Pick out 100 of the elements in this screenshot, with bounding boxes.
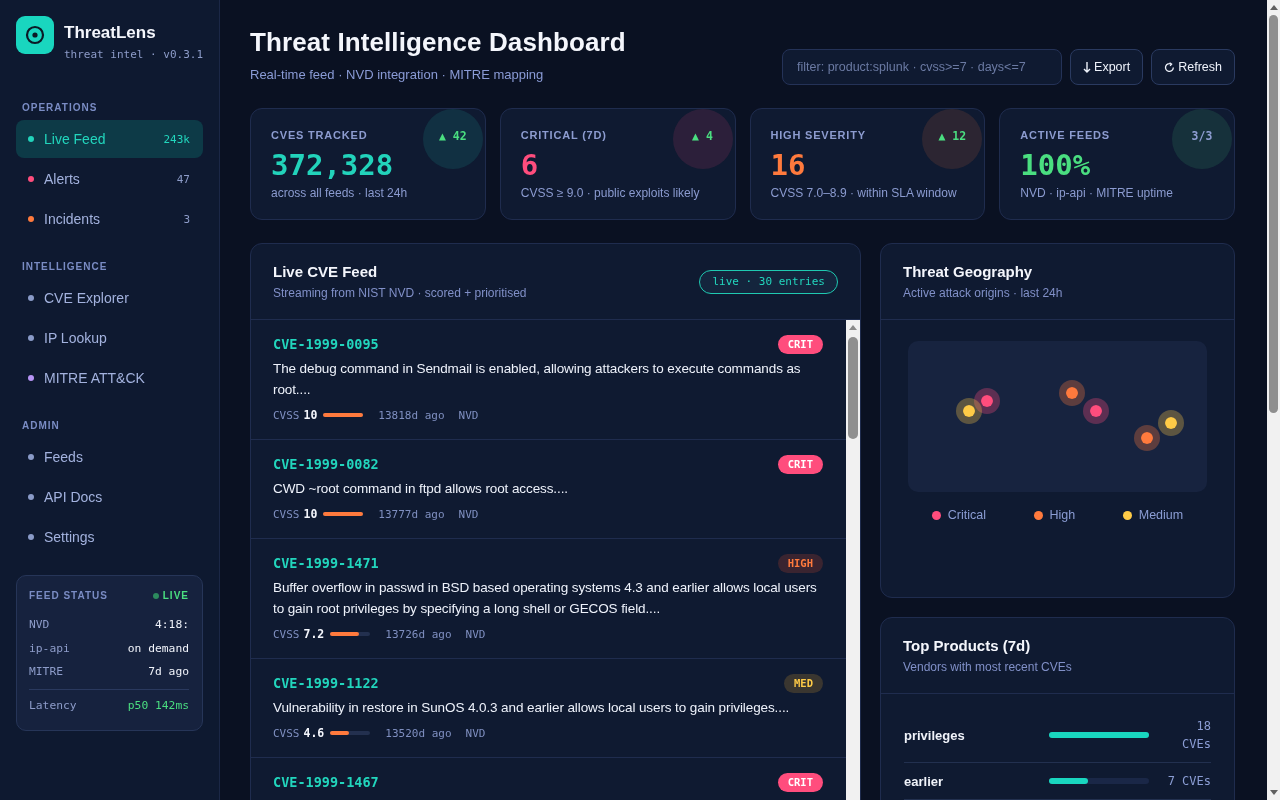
map-marker-icon[interactable]	[1059, 380, 1085, 406]
cvss-score: 10	[303, 507, 318, 521]
nav-item[interactable]: MITRE ATT&CK	[16, 359, 203, 397]
cvss-bar	[323, 413, 364, 417]
stat-value: 6	[520, 148, 539, 182]
cve-description: Buffer overflow in passwd in BSD based operating systems 4.3 and earlier allows local users to gain root privileges by specifying a long shell or GECOS field....	[273, 579, 818, 618]
map-marker-icon[interactable]	[956, 398, 982, 424]
cvss-label: CVSS	[273, 507, 300, 521]
map-marker-icon[interactable]	[1134, 425, 1160, 451]
feed-scrollbar[interactable]	[846, 320, 860, 800]
cve-description: The debug command in Sendmail is enabled, allowing attackers to execute commands as root....	[273, 360, 802, 399]
cve-id[interactable]: CVE-1999-1467	[273, 774, 379, 790]
cvss-score: 4.6	[303, 726, 325, 740]
status-key: NVD	[29, 618, 50, 632]
stat-note: NVD · ip-api · MITRE uptime	[1020, 185, 1173, 201]
nav-item[interactable]: Alerts 47	[16, 160, 203, 198]
cve-description: Vulnerability in restore in SunOS 4.0.3 and earlier allows local users to gain privileges....	[273, 699, 791, 717]
cvss-score: 7.2	[303, 627, 325, 641]
card-subtitle: Vendors with most recent CVEs	[903, 659, 1072, 675]
export-button[interactable]: Export	[1070, 49, 1144, 85]
stat-label: CRITICAL (7D)	[520, 128, 607, 142]
scroll-up-icon[interactable]	[1269, 5, 1278, 10]
product-count: 7 CVEs	[1166, 773, 1211, 790]
filter-field[interactable]: filter: product:splunk · cvss>=7 · days<=7	[782, 49, 1063, 85]
legend-label: Medium	[1138, 507, 1184, 523]
cve-id[interactable]: CVE-1999-0095	[273, 336, 379, 352]
live-dot-icon	[152, 593, 159, 599]
nav-item[interactable]: Settings	[16, 518, 203, 556]
card-title: Top Products (7d)	[903, 636, 1032, 656]
scrollbar-thumb[interactable]	[848, 337, 858, 439]
nav-count: 3	[183, 212, 190, 226]
latency-value: p50 142ms	[127, 699, 189, 712]
cve-source: NVD	[465, 726, 486, 740]
legend-label: Critical	[947, 507, 986, 523]
status-key: Latency	[29, 699, 77, 712]
cve-source: NVD	[458, 507, 479, 521]
severity-badge: CRIT	[777, 772, 823, 792]
card-title: Live CVE Feed	[273, 262, 379, 282]
cve-source: NVD	[458, 408, 479, 422]
product-count: 18 CVEs	[1181, 718, 1211, 753]
trend-badge: ▲ 12	[922, 109, 983, 169]
stat-value: 16	[770, 148, 806, 182]
cve-age: 13520d ago	[385, 726, 452, 740]
stat-label: CVES TRACKED	[271, 128, 368, 142]
cve-id[interactable]: CVE-1999-1122	[273, 675, 379, 691]
card-subtitle: Active attack origins · last 24h	[903, 285, 1063, 301]
nav-item[interactable]: Live Feed 243k	[16, 120, 203, 158]
brand-tagline: threat intel · v0.3.1	[64, 48, 204, 62]
brand-name: ThreatLens	[64, 23, 157, 43]
status-key: MITRE	[29, 665, 63, 679]
page-title: Threat Intelligence Dashboard	[250, 26, 626, 58]
scroll-up-icon[interactable]	[849, 325, 857, 330]
target-logo-icon	[16, 16, 54, 54]
nav-item[interactable]: IP Lookup	[16, 319, 203, 357]
card-subtitle: Streaming from NIST NVD · scored + prioritised	[273, 285, 527, 301]
nav-count: 47	[176, 172, 190, 186]
scrollbar-thumb[interactable]	[1269, 15, 1278, 413]
stat-note: CVSS 7.0–8.9 · within SLA window	[770, 185, 957, 201]
cve-id[interactable]: CVE-1999-1471	[273, 555, 379, 571]
page-subtitle: Real-time feed · NVD integration · MITRE mapping	[250, 66, 545, 84]
arrow-down-icon	[1083, 61, 1092, 73]
trend-badge: 3/3	[1172, 109, 1232, 169]
refresh-button[interactable]: Refresh	[1151, 49, 1235, 85]
map-marker-icon[interactable]	[1083, 398, 1109, 424]
map-marker-icon[interactable]	[1158, 410, 1184, 436]
page-scrollbar[interactable]	[1267, 0, 1280, 800]
nav-item[interactable]: API Docs	[16, 478, 203, 516]
status-value: 4:18:	[155, 618, 189, 632]
nav-item[interactable]: Incidents 3	[16, 200, 203, 238]
cve-description: CWD ~root command in ftpd allows root access....	[273, 480, 569, 498]
cve-source: NVD	[465, 627, 486, 641]
cvss-label: CVSS	[273, 627, 300, 641]
scroll-down-icon[interactable]	[1269, 790, 1278, 795]
legend-label: High	[1049, 507, 1076, 523]
nav-item[interactable]: CVE Explorer	[16, 279, 203, 317]
severity-badge: CRIT	[777, 454, 823, 474]
cvss-bar	[323, 512, 364, 516]
cve-age: 13777d ago	[378, 507, 445, 521]
status-value: 7d ago	[148, 665, 189, 679]
status-key: ip-api	[29, 641, 70, 655]
card-title: Threat Geography	[903, 262, 1034, 282]
cvss-bar	[330, 632, 371, 636]
severity-badge: MED	[784, 673, 823, 693]
cvss-bar	[330, 731, 371, 735]
stat-value: 100%	[1020, 148, 1091, 182]
cve-id[interactable]: CVE-1999-0082	[273, 456, 379, 472]
trend-badge: ▲ 4	[672, 109, 733, 169]
stat-value: 372,328	[271, 148, 394, 182]
section-heading: OPERATIONS	[21, 101, 99, 115]
cvss-label: CVSS	[273, 726, 300, 740]
section-heading: INTELLIGENCE	[21, 260, 109, 274]
nav-item[interactable]: Feeds	[16, 438, 203, 476]
nav-count: 243k	[163, 132, 190, 146]
stat-note: across all feeds · last 24h	[271, 185, 408, 201]
severity-badge: CRIT	[777, 334, 823, 354]
product-name: privileges	[904, 727, 966, 743]
severity-badge: HIGH	[777, 553, 823, 573]
cvss-label: CVSS	[273, 408, 300, 422]
trend-badge: ▲ 42	[422, 109, 483, 169]
cvss-score: 10	[303, 408, 318, 422]
